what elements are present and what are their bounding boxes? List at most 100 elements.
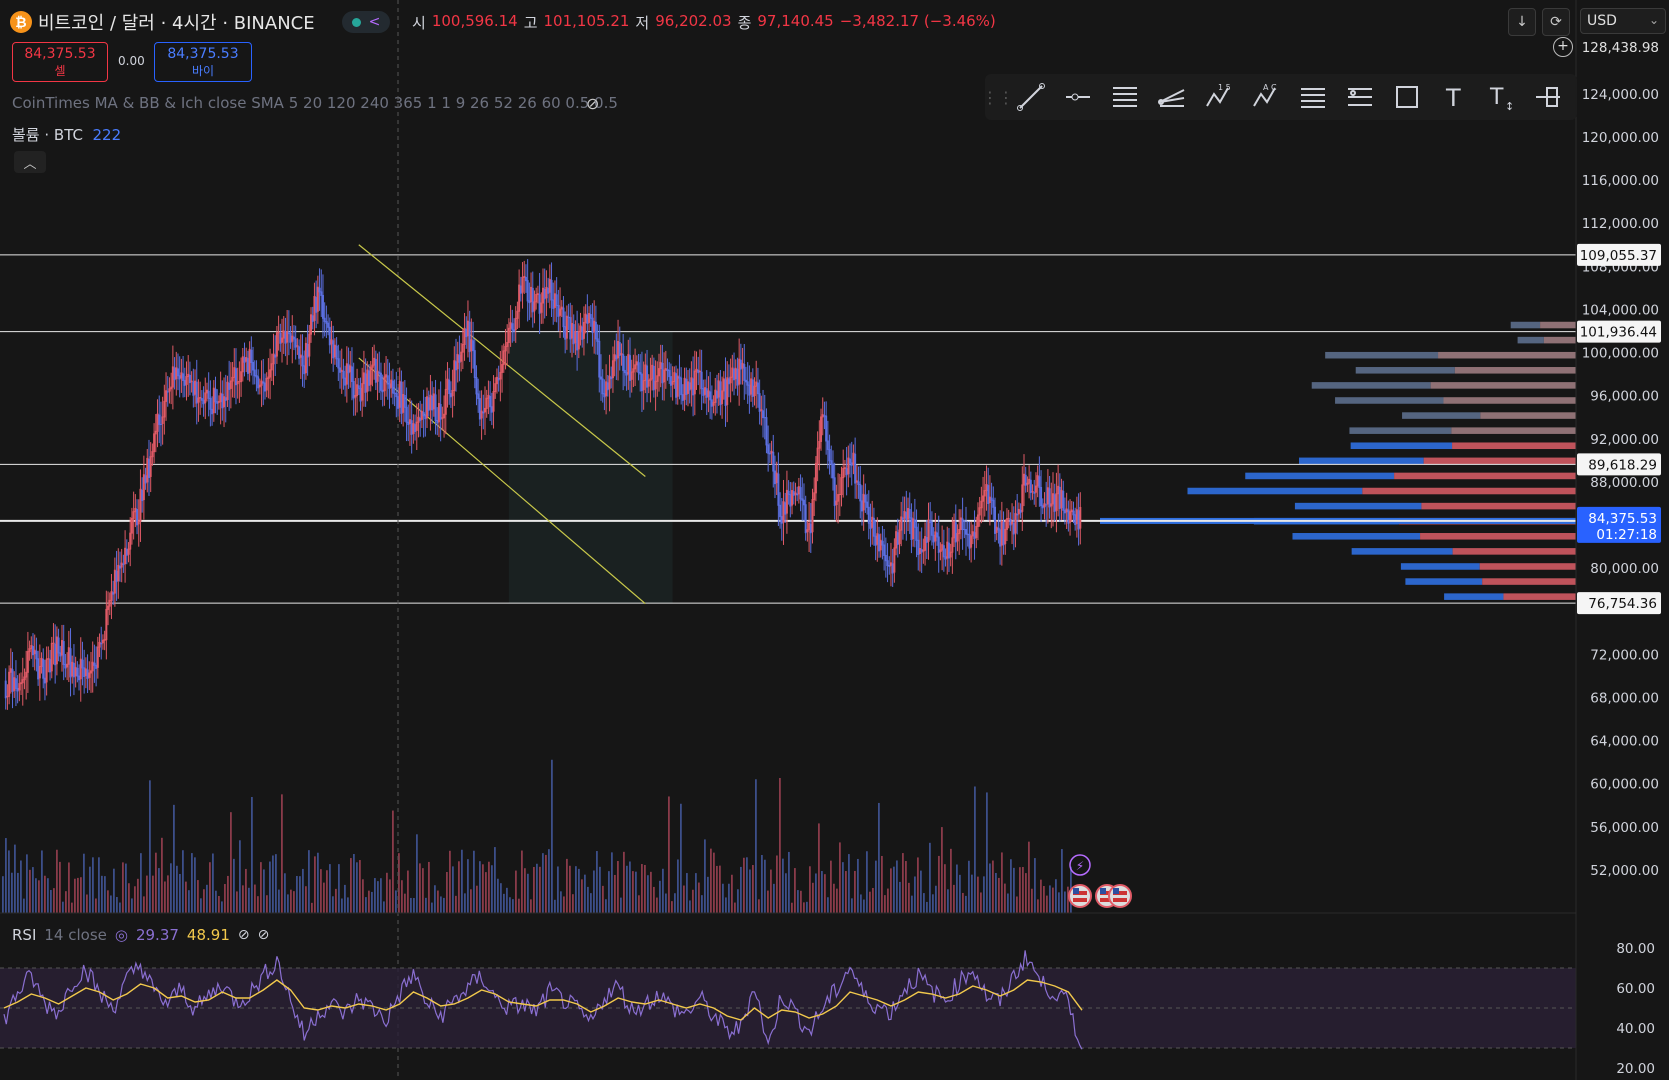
volume-bar [359, 860, 361, 913]
pitchfork-icon[interactable] [1150, 77, 1193, 117]
volume-bar [443, 897, 445, 913]
profile-row [1540, 321, 1576, 329]
price-tick: 120,000.00 [1582, 130, 1659, 146]
fib-extension-icon[interactable] [1338, 77, 1381, 117]
volume-bar [284, 873, 286, 913]
volume-bar [23, 898, 25, 913]
volume-bar [920, 870, 922, 913]
rsi-legend[interactable]: RSI 14 close ◎ 29.37 48.91 ⊘ ⊘ [12, 926, 269, 944]
price-tick: 56,000.00 [1590, 820, 1659, 836]
volume-bar [494, 847, 496, 913]
price-chart[interactable]: 124,000.00 120,000.00 116,000.00 112,000.00… [0, 0, 1669, 1080]
volume-bar [746, 857, 748, 913]
profile-row [1420, 533, 1576, 540]
profile-row [1245, 472, 1395, 480]
volume-bar [782, 858, 784, 913]
volume-bar [635, 871, 637, 913]
hide-icon-2[interactable]: ⊘ [258, 927, 270, 943]
volume-bar [848, 854, 850, 913]
abcd-pattern-icon[interactable]: A C [1244, 77, 1287, 117]
volume-bar [866, 851, 868, 913]
volume-bar [143, 896, 145, 913]
anchored-text-icon[interactable]: T ↕ [1479, 77, 1522, 117]
volume-bar [554, 899, 556, 913]
event-markers[interactable]: ⚡ [1068, 854, 1132, 908]
volume-bar [374, 878, 376, 913]
volume-bar [830, 860, 832, 913]
volume-bar [83, 853, 85, 913]
volume-bar [1010, 859, 1012, 913]
volume-bar [68, 862, 70, 913]
price-axis[interactable]: 124,000.00 120,000.00 116,000.00 112,000.00… [1577, 40, 1661, 879]
drag-handle-icon[interactable]: ⋮⋮ [982, 77, 1014, 117]
volume-bar [239, 840, 241, 913]
volume-bar [116, 897, 118, 913]
elliott-wave-icon[interactable]: 1 5 [1197, 77, 1240, 117]
trend-line-icon[interactable] [1009, 77, 1052, 117]
volume-bar [818, 823, 820, 913]
volume-bar [986, 792, 988, 913]
horizontal-ray-icon[interactable] [1056, 77, 1099, 117]
long-position-icon[interactable] [1526, 77, 1569, 117]
volume-bar [755, 779, 757, 913]
volume-bar [323, 882, 325, 913]
volume-bar [248, 887, 250, 913]
add-alert-icon[interactable]: + [1553, 37, 1573, 57]
volume-bar [788, 851, 790, 913]
volume-bar [290, 889, 292, 913]
volume-bar [968, 860, 970, 913]
volume-bar [719, 865, 721, 913]
volume-bar [311, 902, 313, 913]
fib-retracement-icon[interactable] [1291, 77, 1334, 117]
date-price-range-box[interactable] [508, 331, 673, 604]
text-icon[interactable]: T [1432, 77, 1475, 117]
volume-bar [548, 849, 550, 913]
volume-bar [71, 902, 73, 913]
hide-icon[interactable]: ⊘ [238, 927, 250, 943]
volume-bar [326, 870, 328, 913]
volume-bar [1031, 888, 1033, 913]
volume-bar [629, 861, 631, 913]
volume-bar [704, 839, 706, 913]
drawing-toolbar: ⋮⋮ 1 5 A C T T ↕ [982, 74, 1577, 120]
volume-bar [227, 875, 229, 913]
volume-bar [803, 902, 805, 913]
volume-bar [821, 871, 823, 913]
parallel-channel-icon[interactable] [1103, 77, 1146, 117]
price-tick: 100,000.00 [1582, 346, 1659, 362]
price-tick: 104,000.00 [1582, 302, 1659, 318]
volume-bar [527, 873, 529, 913]
volume-bar [344, 884, 346, 913]
volume-bar [41, 850, 43, 913]
volume-bar [203, 889, 205, 913]
volume-bar [152, 875, 154, 913]
volume-bar [53, 888, 55, 913]
volume-bar [659, 880, 661, 913]
volume-bar [653, 886, 655, 913]
volume-bar [497, 878, 499, 913]
volume-bar [371, 891, 373, 913]
rsi-axis[interactable]: 80.00 60.00 40.00 20.00 [1616, 941, 1655, 1077]
volume-bar [707, 876, 709, 913]
volume-bar [479, 861, 481, 913]
volume-bar [845, 871, 847, 913]
volume-bar [908, 882, 910, 913]
volume-bar [335, 888, 337, 913]
volume-bar [161, 837, 163, 913]
volume-bar [44, 875, 46, 913]
flag-stripe [1113, 898, 1127, 902]
volume-bar [5, 838, 7, 913]
volume-bar [65, 891, 67, 913]
volume-bar [518, 898, 520, 913]
volume-bar [734, 902, 736, 913]
price-tick: 68,000.00 [1590, 690, 1659, 706]
volume-bar [689, 900, 691, 913]
volume-bar [905, 861, 907, 913]
volume-bar [686, 873, 688, 913]
rectangle-icon[interactable] [1385, 77, 1428, 117]
profile-row [1187, 487, 1363, 495]
volume-bar [617, 861, 619, 913]
horizontal-levels[interactable] [0, 254, 1576, 604]
volume-bar [491, 865, 493, 913]
volume-bar [902, 853, 904, 913]
